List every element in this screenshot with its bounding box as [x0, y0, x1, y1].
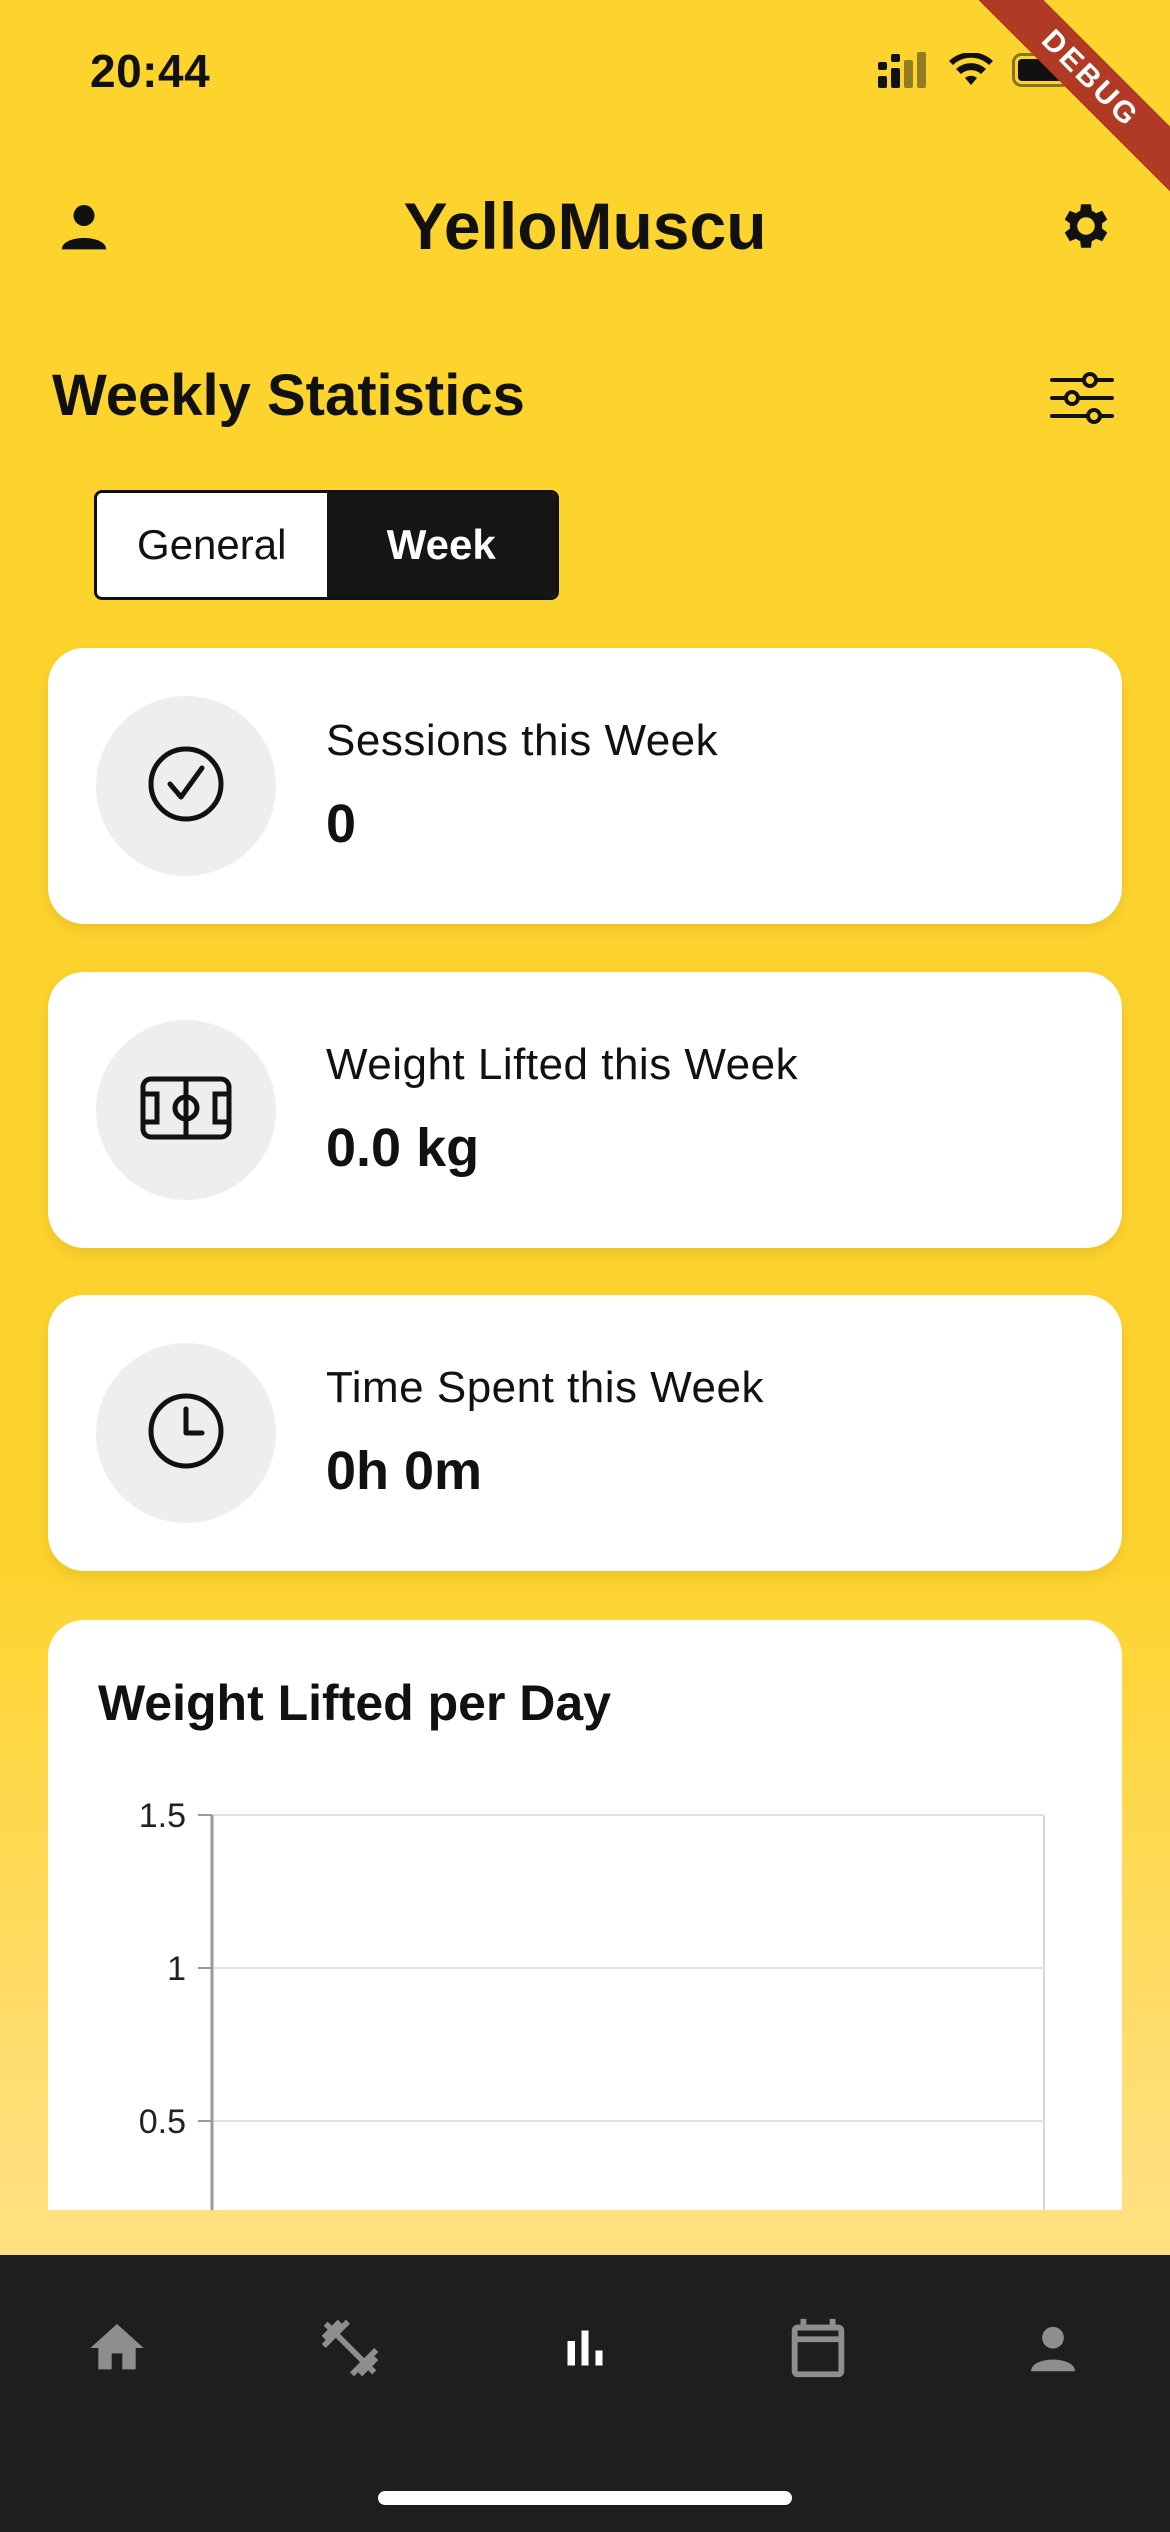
period-toggle: General Week — [94, 490, 559, 600]
app-header: YelloMuscu — [0, 170, 1170, 280]
nav-profile[interactable] — [998, 2295, 1108, 2405]
person-icon — [1022, 2317, 1084, 2384]
tab-general[interactable]: General — [97, 493, 327, 597]
cellular-signal-icon — [878, 52, 930, 93]
sliders-icon — [1050, 371, 1114, 429]
weight-per-day-chart: 1.5 1 0.5 — [139, 1797, 1045, 2210]
app-title: YelloMuscu — [403, 189, 767, 263]
stat-icon-container — [96, 1343, 276, 1523]
chart-y-tick-label: 1.5 — [139, 1797, 186, 1835]
status-bar: 20:44 — [0, 0, 1170, 150]
filter-button[interactable] — [1044, 368, 1120, 432]
status-time: 20:44 — [90, 45, 211, 97]
wifi-icon — [948, 52, 994, 92]
nav-home[interactable] — [62, 2295, 172, 2405]
chart-y-tick-label: 1 — [167, 1950, 186, 1988]
clock-icon — [146, 1391, 226, 1476]
home-icon — [85, 2316, 149, 2385]
calendar-icon — [783, 2313, 853, 2388]
dumbbell-icon — [316, 2314, 384, 2387]
stat-value: 0 — [326, 794, 357, 854]
home-indicator — [378, 2491, 792, 2505]
nav-statistics[interactable] — [530, 2295, 640, 2405]
gear-icon — [1056, 196, 1116, 261]
time-card: Time Spent this Week 0h 0m — [48, 1295, 1122, 1571]
settings-button[interactable] — [1050, 192, 1122, 264]
stat-label: Time Spent this Week — [326, 1363, 764, 1412]
stat-icon-container — [96, 1020, 276, 1200]
chart-y-tick-label: 0.5 — [139, 2103, 186, 2141]
stat-value: 0h 0m — [326, 1441, 483, 1501]
weight-per-day-chart-card: Weight Lifted per Day 1.5 1 0.5 — [48, 1620, 1122, 2210]
weight-card: Weight Lifted this Week 0.0 kg — [48, 972, 1122, 1248]
section-title: Weekly Statistics — [52, 363, 525, 428]
nav-calendar[interactable] — [763, 2295, 873, 2405]
stat-icon-container — [96, 696, 276, 876]
stat-label: Weight Lifted this Week — [326, 1040, 799, 1089]
stat-label: Sessions this Week — [326, 716, 719, 765]
bar-chart-icon — [555, 2318, 615, 2383]
status-icons — [878, 52, 1078, 93]
barbell-icon — [140, 1076, 232, 1145]
nav-workouts[interactable] — [295, 2295, 405, 2405]
stat-value: 0.0 kg — [326, 1118, 480, 1178]
tab-week[interactable]: Week — [326, 493, 556, 597]
check-circle-icon — [146, 744, 226, 829]
sessions-card: Sessions this Week 0 — [48, 648, 1122, 924]
battery-icon — [1012, 53, 1078, 92]
